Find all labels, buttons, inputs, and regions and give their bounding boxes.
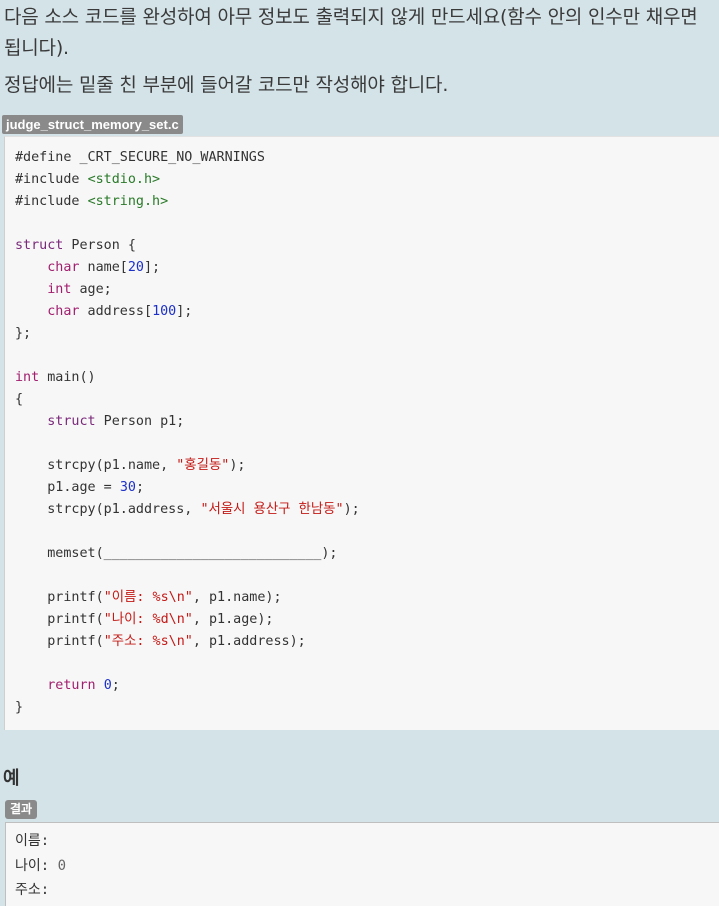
code-line-strcpy-name: strcpy(p1.name, "홍길동"); [47, 458, 246, 473]
code-line-include-stdio: #include <stdio.h> [15, 172, 161, 187]
code-line-name-field: char name[20]; [47, 260, 161, 275]
code-line-declaration: struct Person p1; [47, 414, 185, 429]
example-heading: 예 [3, 768, 20, 789]
output-line-age: 나이: 0 [15, 857, 67, 874]
code-line-address-field: char address[100]; [47, 304, 193, 319]
output-line-address: 주소: [15, 882, 50, 898]
code-line-strcpy-address: strcpy(p1.address, "서울시 용산구 한남동"); [47, 502, 360, 517]
code-line-main-signature: int main() [15, 370, 96, 385]
code-line-printf-address: printf("주소: %s\n", p1.address); [47, 634, 306, 649]
source-file-tag: judge_struct_memory_set.c [2, 115, 183, 134]
problem-answer-note: 정답에는 밑줄 친 부분에 들어갈 코드만 작성해야 합니다. [4, 74, 449, 96]
code-line-struct-close: }; [15, 326, 32, 341]
code-line-age-assign: p1.age = 30; [47, 480, 144, 495]
code-line-printf-age: printf("나이: %d\n", p1.age); [47, 612, 274, 627]
code-line-open-brace: { [15, 392, 24, 407]
code-line-define: #define _CRT_SECURE_NO_WARNINGS [15, 150, 265, 165]
memset-underline-blank: memset(___________________________); [47, 546, 338, 561]
code-line-close-brace: } [15, 700, 24, 715]
source-code-panel: #define _CRT_SECURE_NO_WARNINGS #include … [4, 136, 719, 730]
result-tag: 결과 [5, 800, 38, 819]
code-line-printf-name: printf("이름: %s\n", p1.name); [47, 590, 282, 605]
result-output: 이름: 나이: 0 주소: [15, 829, 66, 903]
code-line-memset-blank: memset(___________________________); [15, 543, 360, 565]
result-output-panel: 이름: 나이: 0 주소: [5, 822, 719, 906]
source-code: #define _CRT_SECURE_NO_WARNINGS #include … [15, 147, 360, 719]
problem-instruction: 다음 소스 코드를 완성하여 아무 정보도 출력되지 않게 만드세요(함수 안의… [4, 6, 698, 59]
code-line-struct-open: struct Person { [15, 238, 136, 253]
code-line-return: return 0; [47, 678, 120, 693]
output-line-name: 이름: [15, 833, 50, 849]
code-line-age-field: int age; [47, 282, 112, 297]
problem-description: 다음 소스 코드를 완성하여 아무 정보도 출력되지 않게 만드세요(함수 안의… [4, 2, 719, 101]
code-line-include-string: #include <string.h> [15, 194, 169, 209]
